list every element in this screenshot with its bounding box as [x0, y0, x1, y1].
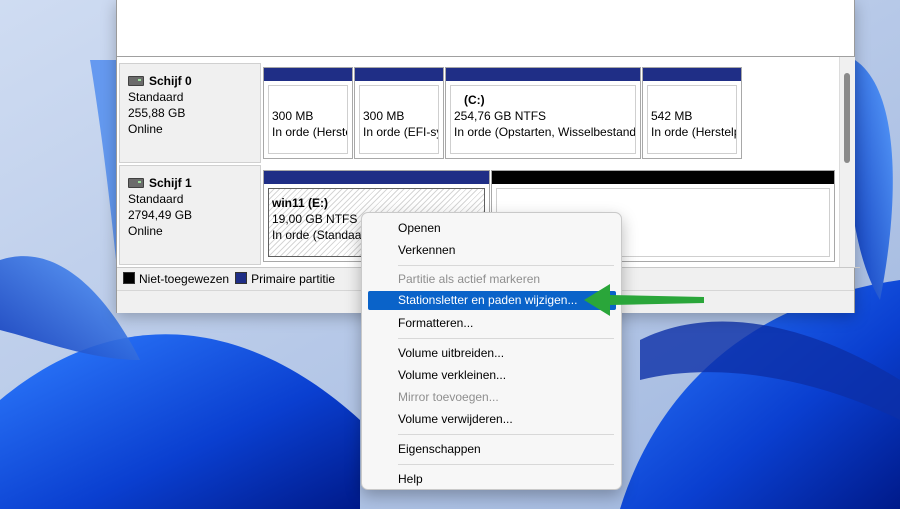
partition-letter: [651, 92, 736, 108]
disk-status: Online: [128, 224, 163, 238]
menu-item-explore[interactable]: Verkennen: [368, 241, 616, 260]
menu-item-open[interactable]: Openen: [368, 219, 616, 238]
partition-size: 300 MB: [272, 109, 314, 123]
primary-partition-bar: [355, 68, 443, 81]
partition-letter: [500, 195, 829, 211]
partition-letter: (C:): [464, 93, 485, 107]
menu-item-shrink-volume[interactable]: Volume verkleinen...: [368, 366, 616, 385]
menu-item-format[interactable]: Formatteren...: [368, 314, 616, 333]
menu-item-add-mirror: Mirror toevoegen...: [398, 390, 499, 404]
disk-size: 2794,49 GB: [128, 208, 193, 222]
menu-separator: [398, 464, 614, 465]
volume-list-pane: [117, 0, 854, 57]
disk-icon: [128, 76, 144, 86]
primary-partition-bar: [643, 68, 741, 81]
partition-status: In orde (Herste: [272, 125, 348, 139]
primary-swatch: [235, 272, 248, 284]
unallocated-swatch: [123, 272, 135, 284]
partition-letter: win11 (E:): [272, 196, 329, 210]
vertical-scrollbar[interactable]: [839, 57, 855, 267]
partition-status: In orde (Opstarten, Wisselbestand,: [454, 125, 636, 139]
partition-letter: [363, 92, 438, 108]
disk-type: Standaard: [128, 192, 184, 206]
disk-0-info[interactable]: Schijf 0 Standaard 255,88 GB Online: [119, 63, 261, 163]
legend-unallocated-label: Niet-toegewezen: [139, 272, 230, 286]
disk-type: Standaard: [128, 90, 184, 104]
disk-1-info[interactable]: Schijf 1 Standaard 2794,49 GB Online: [119, 165, 261, 265]
menu-item-properties[interactable]: Eigenschappen: [368, 440, 616, 459]
partition-size: 542 MB: [651, 109, 693, 123]
partition-size: 300 MB: [363, 109, 405, 123]
disk-0-partition-4[interactable]: 542 MB In orde (Herstelp: [642, 67, 742, 159]
disk-status: Online: [128, 122, 163, 136]
disk-0-partition-2[interactable]: 300 MB In orde (EFI-sy: [354, 67, 444, 159]
disk-0-partition-1[interactable]: 300 MB In orde (Herste: [263, 67, 353, 159]
scrollbar-thumb[interactable]: [844, 73, 850, 163]
legend-primary-label: Primaire partitie: [251, 272, 336, 286]
menu-separator: [398, 434, 614, 435]
partition-status: In orde (Herstelp: [651, 125, 737, 139]
unallocated-bar: [492, 171, 834, 184]
menu-item-mark-active: Partitie als actief markeren: [398, 272, 541, 286]
disk-size: 255,88 GB: [128, 106, 186, 120]
disk-0-partition-c[interactable]: (C:) 254,76 GB NTFS In orde (Opstarten, …: [445, 67, 641, 159]
menu-separator: [398, 338, 614, 339]
disk-name: Schijf 1: [149, 176, 192, 190]
primary-partition-bar: [446, 68, 640, 81]
legend-primary: Primaire partitie: [235, 272, 335, 286]
partition-status: In orde (EFI-sy: [363, 125, 439, 139]
primary-partition-bar: [264, 171, 489, 184]
legend-unallocated: Niet-toegewezen: [123, 272, 229, 286]
primary-partition-bar: [264, 68, 352, 81]
partition-size: 254,76 GB NTFS: [454, 109, 547, 123]
menu-item-change-drive-letter[interactable]: Stationsletter en paden wijzigen...: [368, 291, 616, 310]
disk-icon: [128, 178, 144, 188]
menu-item-extend-volume[interactable]: Volume uitbreiden...: [368, 344, 616, 363]
disk-name: Schijf 0: [149, 74, 192, 88]
partition-context-menu: Openen Verkennen Partitie als actief mar…: [361, 212, 622, 490]
menu-item-delete-volume[interactable]: Volume verwijderen...: [368, 410, 616, 429]
menu-item-help[interactable]: Help: [368, 470, 616, 489]
green-arrow-icon: [584, 284, 704, 316]
menu-separator: [398, 265, 614, 266]
partition-letter: [272, 92, 347, 108]
